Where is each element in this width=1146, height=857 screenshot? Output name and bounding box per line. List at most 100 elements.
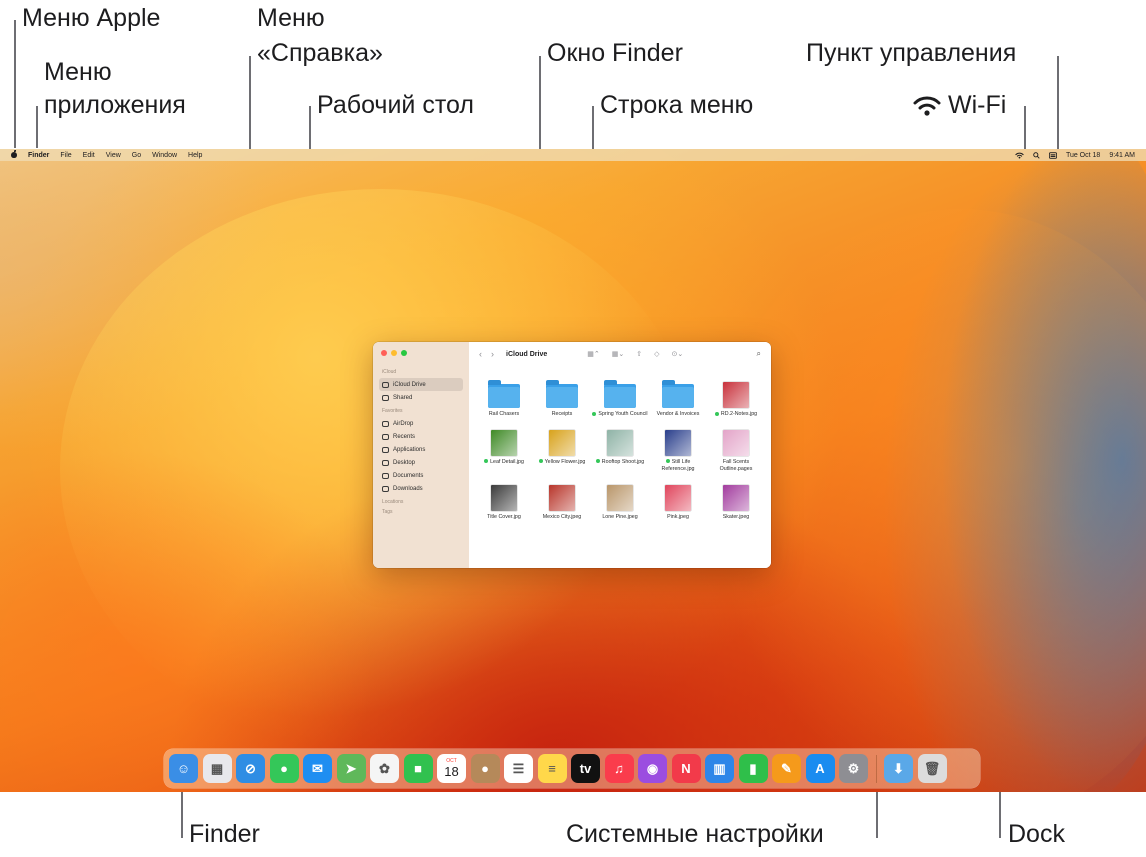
maps-icon[interactable]: ➤ bbox=[336, 754, 366, 783]
file-item[interactable]: Mexico City.jpeg bbox=[533, 479, 591, 521]
callout-dock: Dock bbox=[1008, 820, 1065, 848]
file-item[interactable]: RD.2-Notes.jpg bbox=[707, 376, 765, 418]
zoom-button[interactable] bbox=[401, 350, 407, 356]
apple-tv-icon[interactable]: tv bbox=[571, 754, 600, 783]
sidebar-section-title: Tags bbox=[382, 509, 393, 515]
dock-glyph: ⊘ bbox=[245, 760, 256, 776]
close-button[interactable] bbox=[381, 350, 387, 356]
file-name: Leaf Detail.jpg bbox=[484, 459, 524, 466]
menu-go[interactable]: Go bbox=[132, 152, 141, 159]
dock-glyph: 🗑 bbox=[923, 760, 941, 776]
apple-menu-icon[interactable] bbox=[9, 149, 20, 161]
file-item[interactable]: Skater.jpeg bbox=[707, 479, 765, 521]
messages-icon[interactable]: ● bbox=[269, 754, 299, 783]
mail-icon[interactable]: ✉ bbox=[303, 754, 332, 783]
safari-icon[interactable]: ⊘ bbox=[236, 754, 265, 783]
file-name-text: Lone Pine.jpeg bbox=[602, 513, 638, 520]
tag-icon[interactable]: ◇ bbox=[654, 350, 659, 358]
contacts-icon[interactable]: ● bbox=[470, 754, 500, 783]
system-settings-icon[interactable]: ⚙ bbox=[839, 754, 868, 783]
file-item[interactable]: Receipts bbox=[533, 376, 591, 418]
callout-app-menu-line2: приложения bbox=[44, 91, 186, 119]
image-thumbnail bbox=[720, 479, 752, 511]
file-item[interactable]: Spring Youth Council bbox=[591, 376, 649, 418]
cloud-icon bbox=[382, 381, 389, 388]
dock-glyph: ● bbox=[481, 761, 489, 776]
file-item[interactable]: Lone Pine.jpeg bbox=[591, 479, 649, 521]
file-item[interactable]: Rooftop Shoot.jpg bbox=[591, 424, 649, 473]
menu-edit[interactable]: Edit bbox=[83, 152, 95, 159]
keynote-icon[interactable]: ▥ bbox=[705, 754, 734, 783]
menu-file[interactable]: File bbox=[60, 152, 71, 159]
finder-window[interactable]: iCloud iCloud Drive Shared Favorites AirDrop… bbox=[373, 342, 771, 568]
green-tag-icon bbox=[714, 411, 719, 416]
callout-wifi: Wi-Fi bbox=[912, 89, 1006, 123]
green-tag-icon bbox=[665, 459, 670, 464]
file-name-text: Yellow Flower.jpg bbox=[544, 458, 586, 465]
forward-arrow-icon[interactable]: › bbox=[491, 349, 494, 359]
spotlight-search-icon[interactable] bbox=[1033, 151, 1040, 159]
menu-bar-date[interactable]: Tue Oct 18 bbox=[1066, 152, 1100, 159]
group-icon[interactable]: ▦⌄ bbox=[612, 350, 624, 358]
file-item[interactable]: Still Life Reference.jpg bbox=[649, 424, 707, 473]
podcasts-icon[interactable]: ◉ bbox=[638, 754, 667, 783]
dock-glyph: ⬇ bbox=[893, 760, 904, 776]
wifi-status-icon[interactable] bbox=[1015, 152, 1024, 159]
file-item[interactable]: Rail Chasers bbox=[475, 376, 533, 418]
photos-icon[interactable]: ✿ bbox=[370, 754, 399, 783]
finder-icon[interactable]: ☺ bbox=[169, 754, 198, 783]
app-store-icon[interactable]: A bbox=[805, 754, 835, 783]
music-icon[interactable]: ♫ bbox=[604, 754, 634, 783]
window-controls bbox=[381, 350, 463, 356]
menu-window[interactable]: Window bbox=[152, 152, 177, 159]
trash-icon[interactable]: 🗑 bbox=[917, 754, 947, 783]
downloads-folder-icon[interactable]: ⬇ bbox=[884, 754, 913, 783]
sidebar-item[interactable]: Documents bbox=[379, 469, 463, 482]
sidebar-item[interactable]: Applications bbox=[379, 443, 463, 456]
file-item[interactable]: Yellow Flower.jpg bbox=[533, 424, 591, 473]
file-item[interactable]: Leaf Detail.jpg bbox=[475, 424, 533, 473]
sidebar-item[interactable]: iCloud Drive bbox=[379, 378, 463, 391]
facetime-icon[interactable]: ■ bbox=[403, 754, 433, 783]
control-center-icon[interactable] bbox=[1048, 151, 1057, 159]
menu-app-name[interactable]: Finder bbox=[28, 152, 49, 159]
download-icon bbox=[382, 485, 389, 492]
menu-view[interactable]: View bbox=[106, 152, 121, 159]
more-options-icon[interactable]: ⊙⌄ bbox=[671, 350, 683, 358]
share-icon[interactable]: ⇧ bbox=[636, 350, 642, 358]
sidebar-item[interactable]: AirDrop bbox=[379, 417, 463, 430]
pages-icon[interactable]: ✎ bbox=[772, 754, 801, 783]
reminders-icon[interactable]: ☰ bbox=[504, 754, 533, 783]
news-icon[interactable]: N bbox=[671, 754, 701, 783]
image-preview bbox=[549, 484, 575, 511]
file-name: Skater.jpeg bbox=[723, 514, 750, 521]
sidebar-item[interactable]: Desktop bbox=[379, 456, 463, 469]
file-item[interactable]: Fall Scents Outline.pages bbox=[707, 424, 765, 473]
sidebar-item[interactable]: Shared bbox=[379, 391, 463, 404]
folder-shape bbox=[488, 380, 520, 408]
menu-bar-time[interactable]: 9:41 AM bbox=[1109, 152, 1135, 159]
view-mode-icon[interactable]: ▦⌃ bbox=[587, 350, 599, 358]
sidebar-item[interactable]: Recents bbox=[379, 430, 463, 443]
back-arrow-icon[interactable]: ‹ bbox=[479, 349, 482, 359]
file-name-text: Mexico City.jpeg bbox=[542, 513, 582, 520]
sidebar-item[interactable]: Downloads bbox=[379, 482, 463, 495]
file-name-text: Rail Chasers bbox=[488, 411, 520, 417]
calendar-icon[interactable]: OCT 18 bbox=[437, 754, 466, 783]
file-item[interactable]: Vendor & Invoices bbox=[649, 376, 707, 418]
green-tag-icon bbox=[538, 459, 543, 464]
file-item[interactable]: Pink.jpeg bbox=[649, 479, 707, 521]
sidebar-item-label: AirDrop bbox=[393, 420, 414, 427]
green-tag-icon bbox=[595, 459, 600, 464]
sidebar-section-title: iCloud bbox=[382, 369, 397, 375]
notes-icon[interactable]: ≡ bbox=[537, 754, 567, 783]
file-name: Lone Pine.jpeg bbox=[602, 514, 637, 521]
search-icon[interactable]: ⌕ bbox=[757, 349, 761, 359]
launchpad-icon[interactable]: ▦ bbox=[202, 754, 232, 783]
minimize-button[interactable] bbox=[391, 350, 397, 356]
toolbar-tools: ▦⌃ ▦⌄ ⇧ ◇ ⊙⌄ bbox=[587, 350, 683, 358]
callout-help-menu-line2: «Справка» bbox=[257, 39, 383, 67]
menu-help[interactable]: Help bbox=[188, 152, 202, 159]
numbers-icon[interactable]: ▮ bbox=[738, 754, 768, 783]
file-item[interactable]: Title Cover.jpg bbox=[475, 479, 533, 521]
